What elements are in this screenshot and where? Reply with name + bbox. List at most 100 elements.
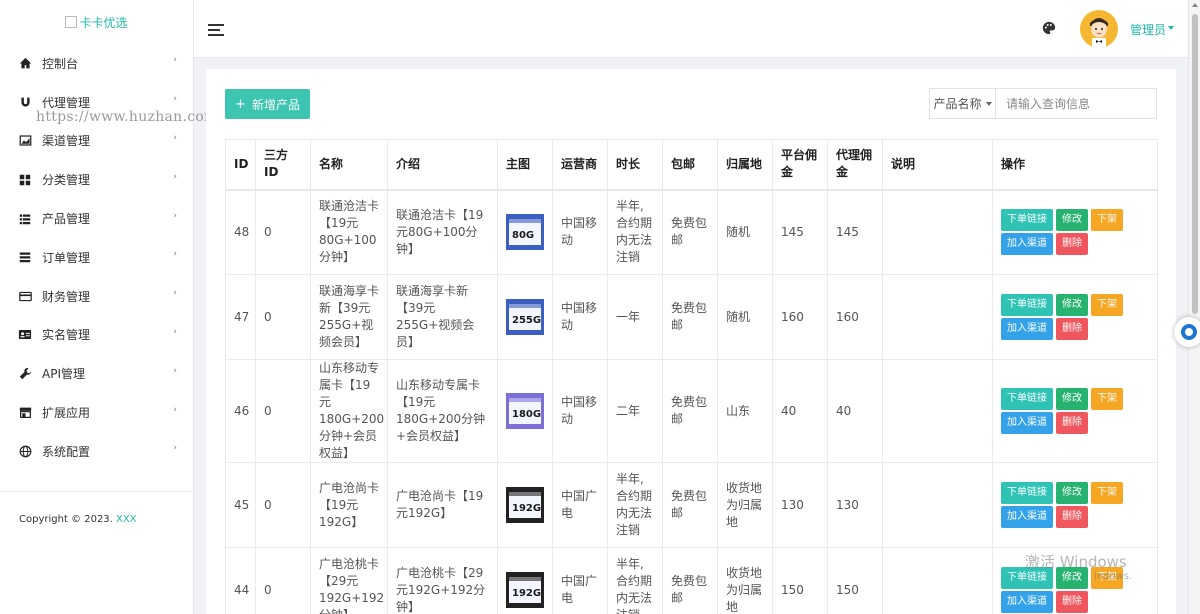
- product-thumbnail[interactable]: 192G: [506, 572, 544, 608]
- sidebar-item-label: 产品管理: [42, 212, 91, 227]
- cell-note: [882, 462, 993, 548]
- column-header: 代理佣金: [827, 139, 883, 191]
- add-to-channel-button[interactable]: 加入渠道: [1001, 506, 1053, 528]
- thumbnail-text: 80G: [512, 230, 534, 241]
- take-down-button[interactable]: 下架: [1091, 388, 1123, 410]
- product-thumbnail[interactable]: 80G: [506, 214, 544, 251]
- add-to-channel-button[interactable]: 加入渠道: [1001, 412, 1053, 434]
- chevron-right-icon: ›: [173, 326, 177, 337]
- logo-alt-text: 卡卡优选: [79, 15, 128, 30]
- sidebar-item-4[interactable]: 产品管理 ›: [0, 199, 193, 238]
- sidebar-item-8[interactable]: API管理 ›: [0, 354, 193, 393]
- row-actions: 下单链接 修改 下架加入渠道 删除: [1001, 482, 1141, 528]
- actions-cell: 下单链接 修改 下架加入渠道 删除: [992, 462, 1158, 548]
- take-down-button[interactable]: 下架: [1091, 482, 1123, 504]
- order-link-button[interactable]: 下单链接: [1001, 209, 1053, 232]
- sidebar-item-label: 分类管理: [42, 173, 91, 188]
- cell-note: [882, 274, 993, 360]
- order-link-button[interactable]: 下单链接: [1001, 482, 1053, 504]
- take-down-button[interactable]: 下架: [1091, 209, 1123, 232]
- palette-icon[interactable]: [1042, 21, 1056, 35]
- user-caret-icon[interactable]: [1168, 26, 1174, 30]
- chat-widget-icon[interactable]: [1174, 317, 1200, 347]
- product-thumbnail[interactable]: 255G: [506, 299, 544, 335]
- scrollbar-thumb[interactable]: [1192, 14, 1198, 314]
- cell-duration: 半年,合约期内无法注销: [607, 462, 663, 548]
- cell-note: [882, 359, 993, 463]
- sidebar-divider: [0, 491, 193, 492]
- logo[interactable]: 卡卡优选: [0, 0, 193, 44]
- sidebar-item-1[interactable]: 代理管理 ›: [0, 83, 193, 122]
- product-thumbnail[interactable]: 180G: [506, 393, 544, 429]
- add-product-button[interactable]: + 新增产品: [225, 89, 310, 119]
- column-header: 名称: [310, 139, 388, 191]
- delete-button[interactable]: 删除: [1056, 233, 1088, 256]
- add-to-channel-button[interactable]: 加入渠道: [1001, 591, 1053, 613]
- sidebar: 卡卡优选 控制台 › 代理管理 › 渠道管理 › 分类管理 › 产品管理 › 订单管理 › 财务管理 › 实…: [0, 0, 194, 614]
- actions-cell: 下单链接 修改 下架加入渠道 删除: [992, 189, 1158, 275]
- edit-button[interactable]: 修改: [1056, 209, 1088, 232]
- row-actions: 下单链接 修改 下架加入渠道 删除: [1001, 567, 1141, 613]
- user-menu[interactable]: 管理员: [1130, 21, 1166, 38]
- product-thumbnail[interactable]: 192G: [506, 487, 544, 523]
- column-header: 说明: [882, 139, 993, 191]
- cell-intro: 联通沧洁卡【19元80G+100分钟】: [387, 189, 498, 275]
- column-header: 操作: [992, 139, 1158, 191]
- sidebar-item-6[interactable]: 财务管理 ›: [0, 277, 193, 316]
- add-to-channel-button[interactable]: 加入渠道: [1001, 233, 1053, 256]
- edit-button[interactable]: 修改: [1056, 567, 1088, 589]
- chart-icon: [18, 134, 32, 148]
- caret-down-icon: [985, 101, 992, 106]
- sidebar-item-label: 财务管理: [42, 289, 91, 304]
- cell-intro: 广电沧尚卡【19元192G】: [387, 462, 498, 548]
- edit-button[interactable]: 修改: [1056, 482, 1088, 504]
- cell-intro: 联通海享卡新【39元255G+视频会员】: [387, 274, 498, 360]
- order-link-button[interactable]: 下单链接: [1001, 567, 1053, 589]
- home-icon: [18, 56, 32, 70]
- search-field-select[interactable]: 产品名称: [930, 89, 996, 118]
- id-card-icon: [18, 328, 32, 342]
- edit-button[interactable]: 修改: [1056, 294, 1088, 316]
- sidebar-item-label: 代理管理: [42, 95, 91, 110]
- delete-button[interactable]: 删除: [1056, 318, 1088, 340]
- chevron-right-icon: ›: [173, 365, 177, 376]
- sidebar-item-7[interactable]: 实名管理 ›: [0, 316, 193, 355]
- order-link-button[interactable]: 下单链接: [1001, 294, 1053, 316]
- add-product-label: 新增产品: [251, 97, 300, 112]
- menu-toggle-icon[interactable]: [208, 24, 224, 36]
- cell-id: 47: [225, 274, 256, 360]
- delete-button[interactable]: 删除: [1056, 591, 1088, 613]
- sidebar-item-0[interactable]: 控制台 ›: [0, 44, 193, 83]
- order-link-button[interactable]: 下单链接: [1001, 388, 1053, 410]
- cell-platform-fee: 130: [772, 462, 828, 548]
- cell-intro: 山东移动专属卡【19元180G+200分钟+会员权益】: [387, 359, 498, 463]
- column-header: 时长: [607, 139, 663, 191]
- copyright-link[interactable]: XXX: [116, 514, 137, 525]
- take-down-button[interactable]: 下架: [1091, 567, 1123, 589]
- sidebar-item-5[interactable]: 订单管理 ›: [0, 238, 193, 277]
- thumbnail-text: 255G: [512, 315, 541, 326]
- edit-button[interactable]: 修改: [1056, 388, 1088, 410]
- take-down-button[interactable]: 下架: [1091, 294, 1123, 316]
- chevron-right-icon: ›: [173, 55, 177, 66]
- search-input[interactable]: [996, 89, 1156, 118]
- top-header: 管理员: [194, 0, 1188, 58]
- store-icon: [18, 406, 32, 420]
- add-to-channel-button[interactable]: 加入渠道: [1001, 318, 1053, 340]
- cell-name: 联通海享卡新【39元255G+视频会员】: [310, 274, 388, 360]
- sidebar-item-10[interactable]: 系统配置 ›: [0, 432, 193, 471]
- sidebar-item-3[interactable]: 分类管理 ›: [0, 160, 193, 199]
- column-header: 平台佣金: [772, 139, 828, 191]
- sidebar-item-9[interactable]: 扩展应用 ›: [0, 393, 193, 432]
- cell-note: [882, 189, 993, 275]
- sidebar-item-2[interactable]: 渠道管理 ›: [0, 122, 193, 161]
- scroll-up-icon[interactable]: [1192, 3, 1198, 7]
- column-header: 运营商: [552, 139, 608, 191]
- page-scrollbar[interactable]: [1188, 0, 1200, 614]
- delete-button[interactable]: 删除: [1056, 506, 1088, 528]
- avatar[interactable]: [1080, 10, 1118, 48]
- cell-shipping: 免费包邮: [662, 462, 718, 548]
- cell-carrier: 中国移动: [552, 189, 608, 275]
- chevron-right-icon: ›: [173, 132, 177, 143]
- delete-button[interactable]: 删除: [1056, 412, 1088, 434]
